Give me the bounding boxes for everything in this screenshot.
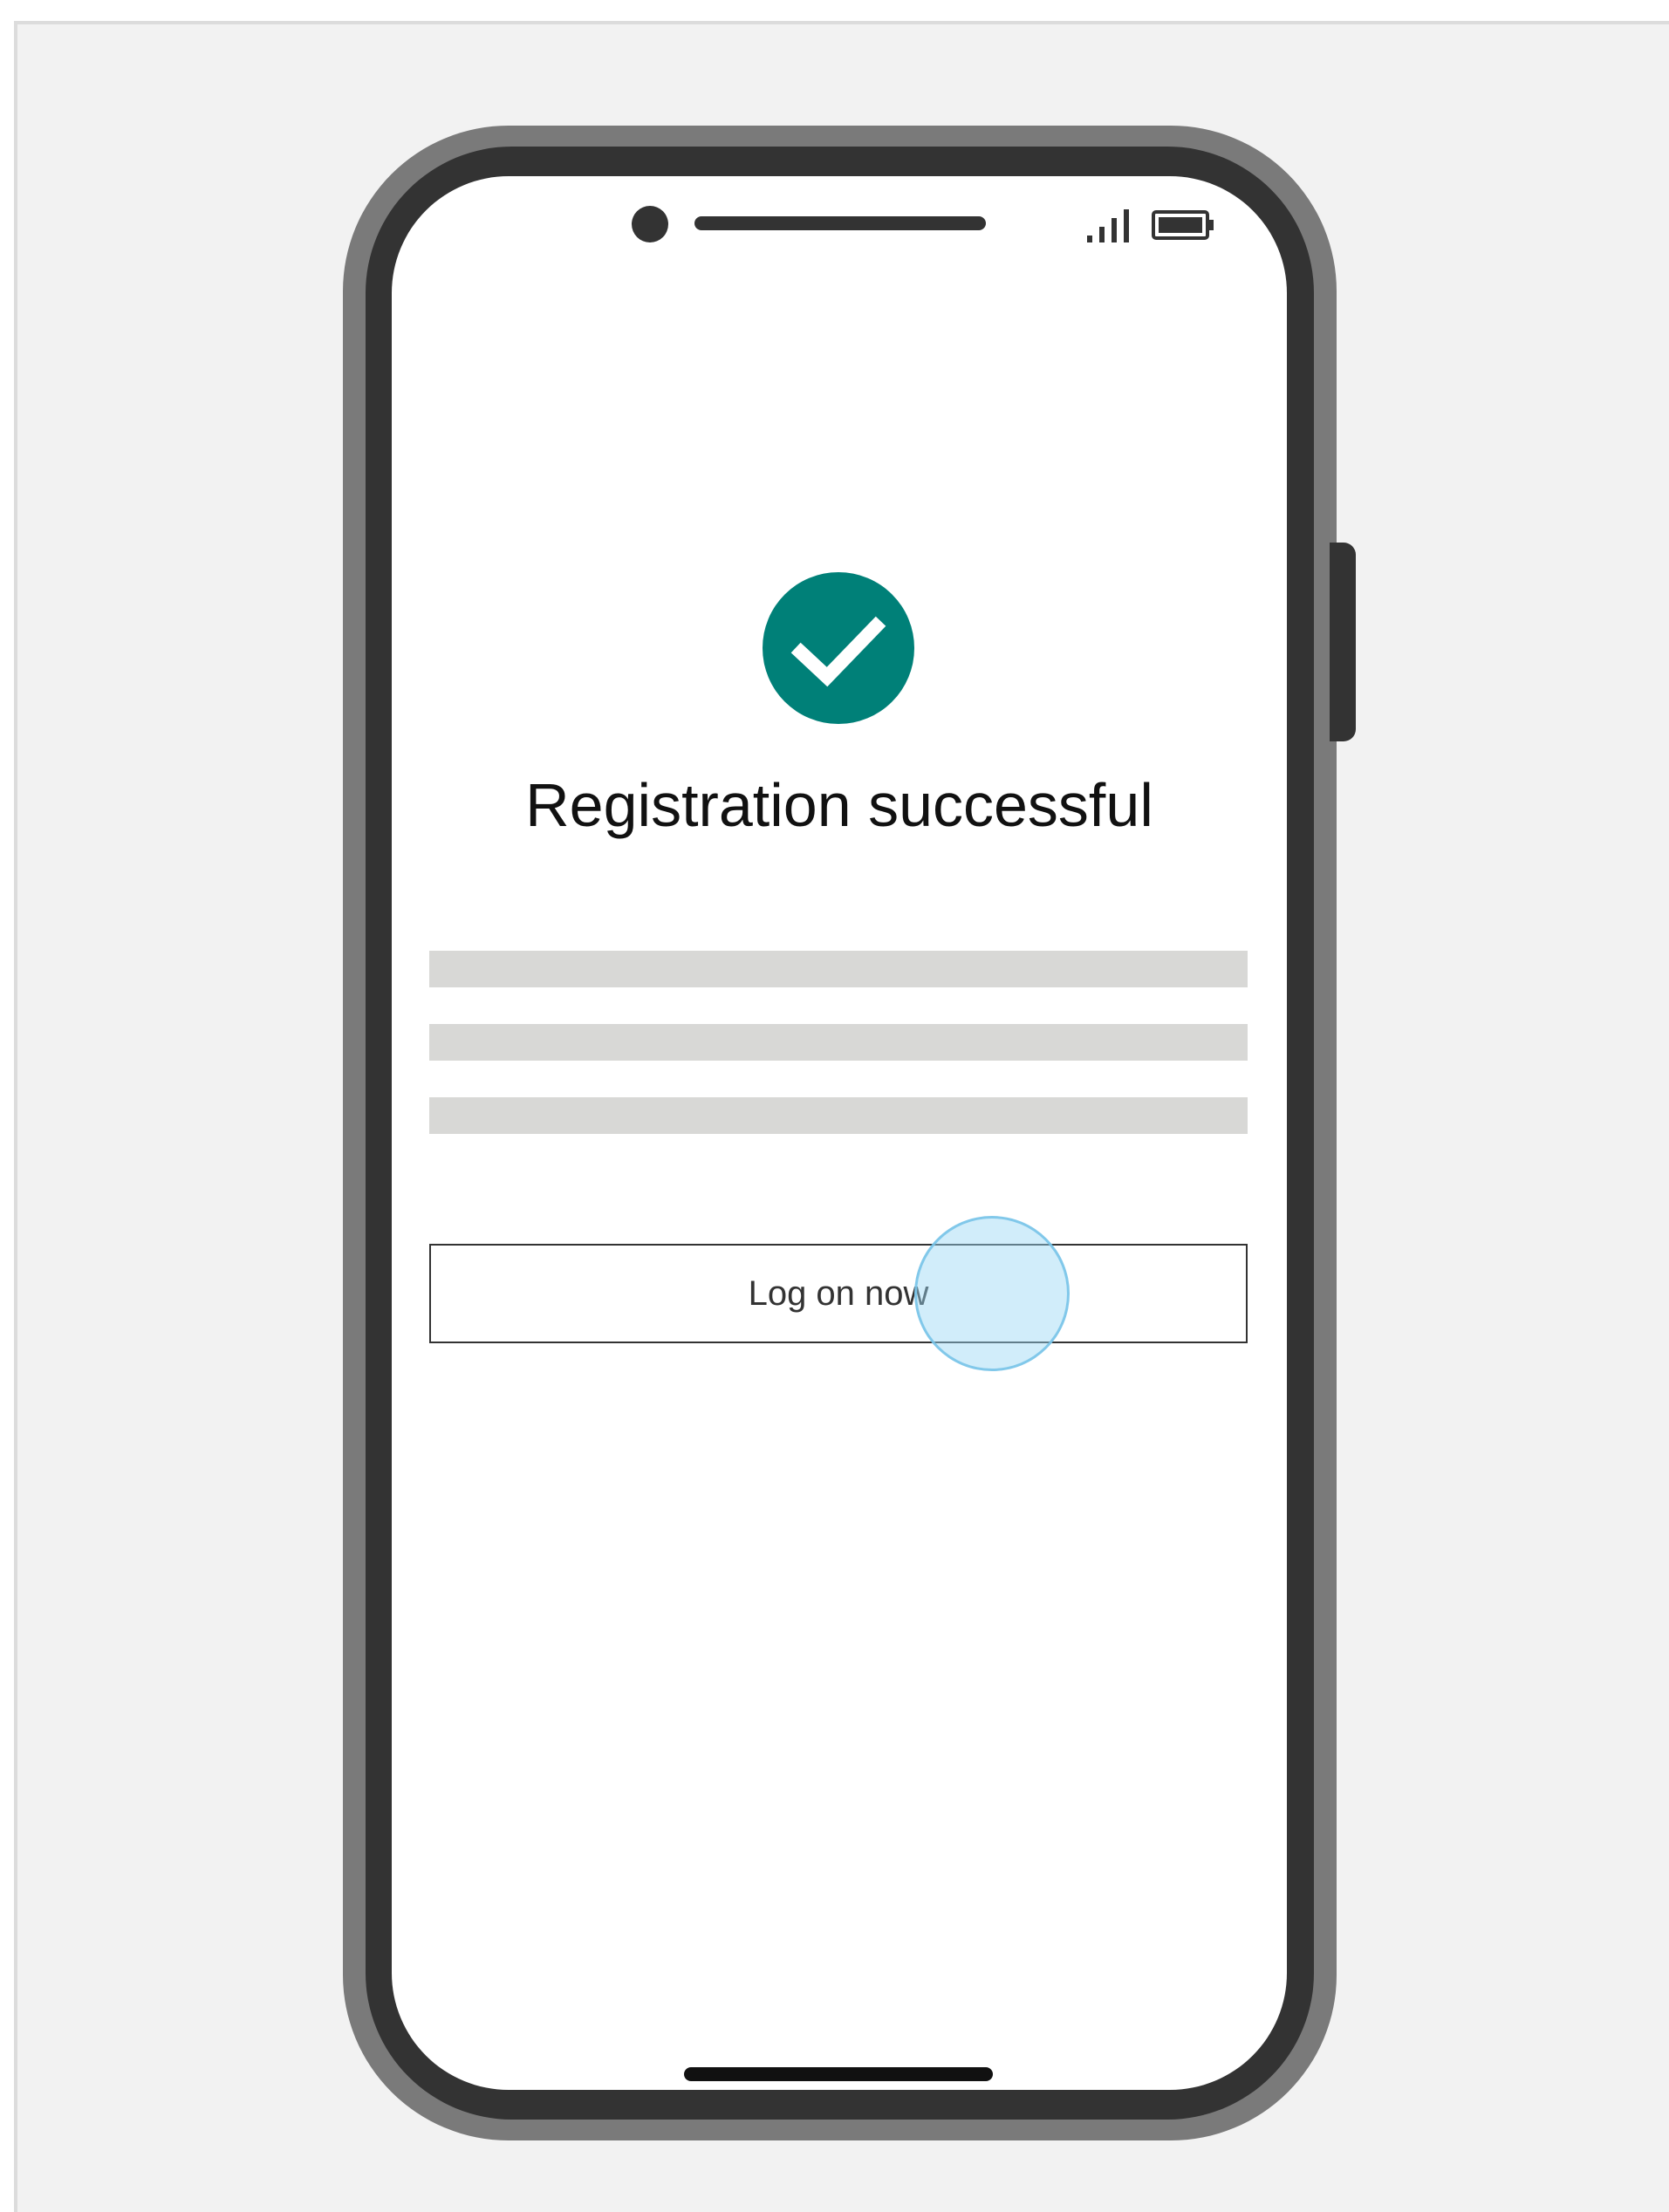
text-placeholder-line: [429, 1097, 1248, 1134]
phone-side-button: [1330, 543, 1356, 741]
tap-indicator: [914, 1216, 1070, 1371]
speaker-grille: [694, 216, 986, 230]
battery-icon: [1152, 210, 1214, 240]
page: Registration successful Log on now: [0, 0, 1669, 2212]
signal-bars-icon: [1087, 209, 1129, 242]
page-title: Registration successful: [525, 771, 1153, 839]
log-on-now-button[interactable]: Log on now: [429, 1244, 1248, 1343]
text-placeholder-line: [429, 1024, 1248, 1061]
text-placeholder-line: [429, 951, 1248, 987]
home-indicator[interactable]: [684, 2067, 993, 2081]
front-camera-icon: [632, 206, 668, 242]
success-check-icon: [763, 572, 914, 724]
log-on-now-label: Log on now: [748, 1273, 929, 1313]
